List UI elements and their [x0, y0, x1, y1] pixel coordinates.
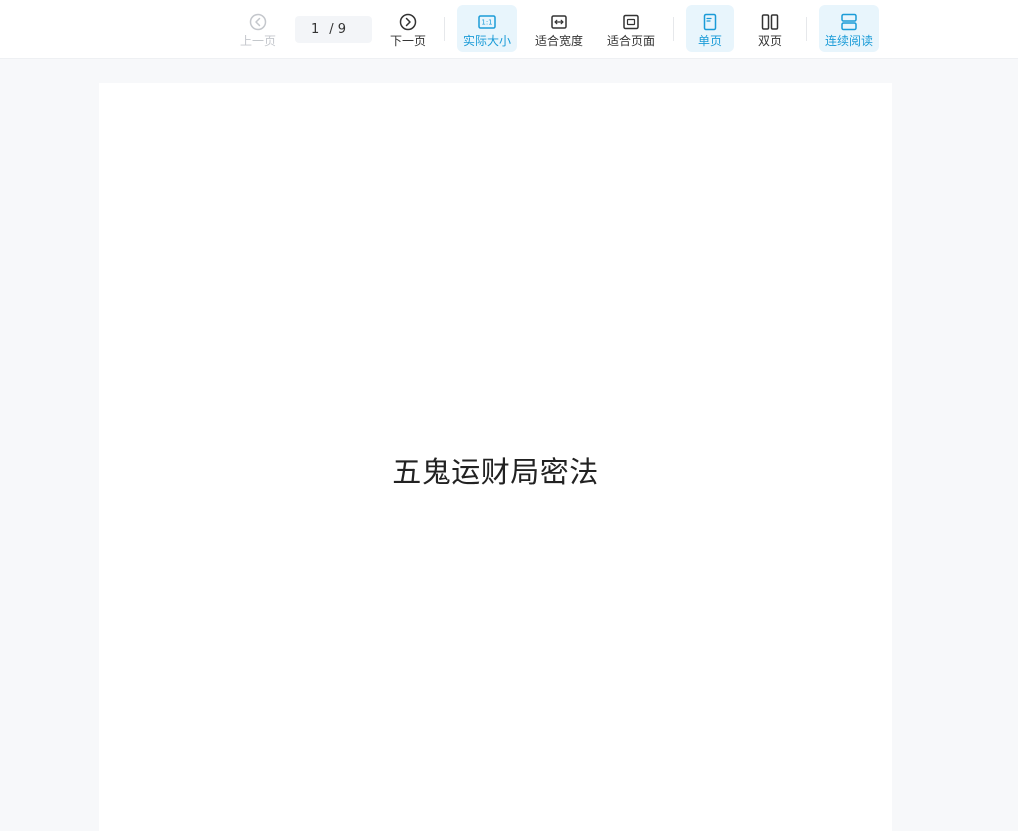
document-page: 五鬼运财局密法 [99, 83, 892, 831]
double-page-button[interactable]: 双页 [746, 5, 794, 52]
actual-size-button[interactable]: 1:1 实际大小 [457, 5, 517, 52]
continuous-reading-button[interactable]: 连续阅读 [819, 5, 879, 52]
continuous-reading-icon [841, 13, 857, 31]
viewer-toolbar: 上一页 1 / 9 下一页 1:1 实际大小 适合宽度 适合页面 单页 双页 连… [0, 0, 1018, 59]
continuous-reading-label: 连续阅读 [824, 34, 873, 48]
single-page-icon [703, 13, 717, 31]
page-indicator[interactable]: 1 / 9 [295, 16, 372, 43]
fit-page-icon [623, 14, 639, 30]
fit-width-label: 适合宽度 [534, 34, 583, 48]
toolbar-divider [444, 17, 445, 41]
double-page-icon [761, 14, 779, 30]
chevron-right-circle-icon [399, 13, 417, 31]
next-page-label: 下一页 [389, 34, 426, 48]
fit-width-icon [551, 15, 567, 29]
current-page-number: 1 [311, 22, 320, 37]
page-separator: / [329, 22, 334, 37]
prev-page-button[interactable]: 上一页 [236, 5, 280, 52]
chevron-left-circle-icon [249, 13, 267, 31]
actual-size-icon-text: 1:1 [481, 19, 492, 27]
fit-page-button[interactable]: 适合页面 [601, 5, 661, 52]
actual-size-icon: 1:1 [478, 15, 496, 29]
next-page-button[interactable]: 下一页 [386, 5, 430, 52]
fit-width-button[interactable]: 适合宽度 [529, 5, 589, 52]
fit-page-label: 适合页面 [606, 34, 655, 48]
single-page-label: 单页 [697, 34, 722, 48]
double-page-label: 双页 [757, 34, 782, 48]
toolbar-divider [673, 17, 674, 41]
total-pages: 9 [337, 22, 346, 37]
document-title: 五鬼运财局密法 [392, 455, 599, 489]
toolbar-divider [806, 17, 807, 41]
single-page-button[interactable]: 单页 [686, 5, 734, 52]
prev-page-label: 上一页 [239, 34, 276, 48]
document-viewport[interactable]: 五鬼运财局密法 [0, 59, 1018, 831]
actual-size-label: 实际大小 [462, 34, 511, 48]
